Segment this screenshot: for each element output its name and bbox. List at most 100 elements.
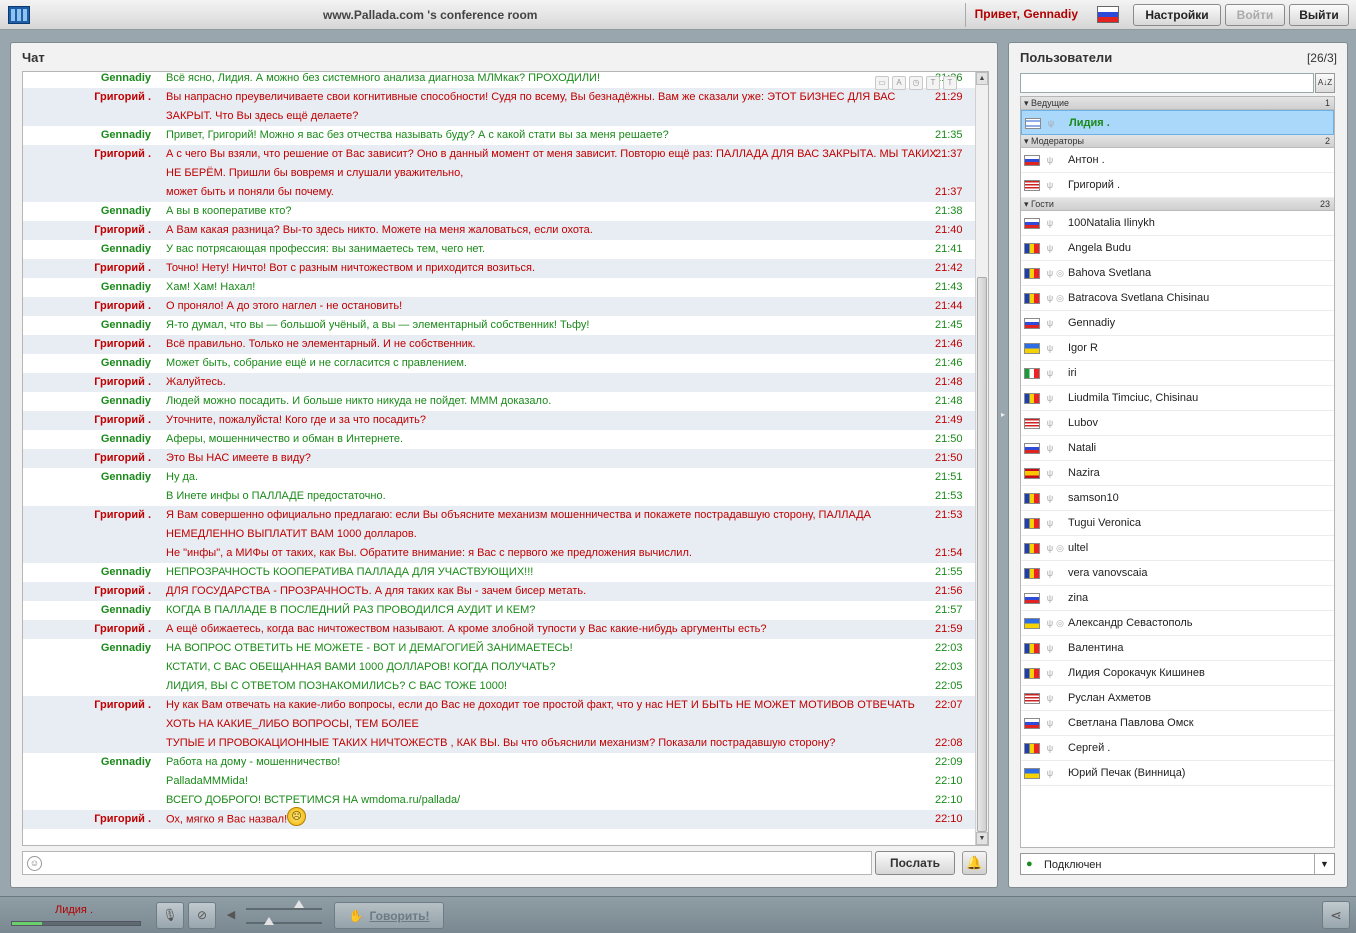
message-author[interactable]: Gennadiy xyxy=(23,243,151,255)
language-flag-icon[interactable] xyxy=(1097,6,1119,23)
smiley-icon[interactable]: ☺ xyxy=(27,856,42,871)
camera-off-icon[interactable]: ⊘ xyxy=(188,902,216,929)
message-author[interactable]: Gennadiy xyxy=(23,319,151,331)
user-group-header[interactable]: ▾ Модераторы 2 xyxy=(1021,135,1334,148)
settings-button[interactable]: Настройки xyxy=(1133,4,1221,26)
user-list-item[interactable]: ψ Светлана Павлова Омск xyxy=(1021,711,1334,736)
user-list-item[interactable]: ψ Liudmila Timciuc, Chisinau xyxy=(1021,386,1334,411)
message-author[interactable]: Gennadiy xyxy=(23,205,151,217)
login-button[interactable]: Войти xyxy=(1225,4,1285,26)
message-author[interactable]: Григорий . xyxy=(23,585,151,597)
message-author[interactable]: Григорий . xyxy=(23,262,151,274)
clock-icon[interactable]: ◷ xyxy=(909,76,923,90)
message-author[interactable]: Григорий . xyxy=(23,813,151,825)
message-text: Не "инфы", а МИФы от таких, как Вы. Обра… xyxy=(166,547,692,559)
user-list-item[interactable]: ψ Gennadiy xyxy=(1021,311,1334,336)
chat-message-row: Григорий . Вы напрасно преувеличиваете св… xyxy=(23,88,975,107)
microphone-icon[interactable]: 🎙 xyxy=(156,902,184,929)
message-author[interactable]: Григорий . xyxy=(23,623,151,635)
user-list-item[interactable]: ψ Юрий Печак (Винница) xyxy=(1021,761,1334,786)
status-select[interactable]: ● Подключен ▼ xyxy=(1020,853,1335,875)
user-group-header[interactable]: ▾ Ведущие 1 xyxy=(1021,97,1334,110)
logout-button[interactable]: Выйти xyxy=(1289,4,1349,26)
chat-message-row: Григорий . Всё правильно. Только не элеме… xyxy=(23,335,975,354)
chat-scrollbar[interactable]: ▲ ▼ xyxy=(975,72,988,845)
scroll-up-icon[interactable]: ▲ xyxy=(976,72,988,85)
message-author[interactable]: Григорий . xyxy=(23,414,151,426)
user-list-item[interactable]: ψ ◎ Bahova Svetlana xyxy=(1021,261,1334,286)
message-author[interactable]: Григорий . xyxy=(23,699,151,711)
speak-button[interactable]: ✋ Говорить! xyxy=(334,902,444,929)
mic-level-knob[interactable] xyxy=(264,917,274,925)
user-list-item[interactable]: ψ ◎ Batracova Svetlana Chisinau xyxy=(1021,286,1334,311)
user-list-item[interactable]: ψ Tugui Veronica xyxy=(1021,511,1334,536)
bottom-bar: Лидия . 🎙 ⊘ ◀ ✋ Говорить! ⋖ xyxy=(0,896,1356,933)
user-list-item[interactable]: ψ vera vanovscaia xyxy=(1021,561,1334,586)
message-author[interactable]: Григорий . xyxy=(23,224,151,236)
message-author[interactable]: Gennadiy xyxy=(23,357,151,369)
message-author[interactable]: Григорий . xyxy=(23,509,151,521)
message-author[interactable]: Gennadiy xyxy=(23,129,151,141)
user-search-input[interactable] xyxy=(1020,73,1314,93)
message-author[interactable]: Gennadiy xyxy=(23,566,151,578)
text-smaller-icon[interactable]: T xyxy=(943,76,957,90)
user-list-item[interactable]: ψ samson10 xyxy=(1021,486,1334,511)
message-author[interactable]: Gennadiy xyxy=(23,72,151,84)
user-name: Lubov xyxy=(1068,417,1098,429)
user-list-item[interactable]: ψ Igor R xyxy=(1021,336,1334,361)
share-icon[interactable]: ⋖ xyxy=(1322,901,1350,929)
user-list-item[interactable]: ψ Руслан Ахметов xyxy=(1021,686,1334,711)
scroll-thumb[interactable] xyxy=(977,277,987,832)
screen-icon[interactable]: ▭ xyxy=(875,76,889,90)
chat-message-row: Григорий . Ну как Вам отвечать на какие-л… xyxy=(23,696,975,715)
user-list-item[interactable]: ψ Nazira xyxy=(1021,461,1334,486)
user-list-item[interactable]: ψ Сергей . xyxy=(1021,736,1334,761)
user-name: Руслан Ахметов xyxy=(1068,692,1151,704)
scroll-down-icon[interactable]: ▼ xyxy=(976,832,988,845)
user-list-item[interactable]: ψ ◎ ultel xyxy=(1021,536,1334,561)
message-author[interactable]: Gennadiy xyxy=(23,604,151,616)
mic-level-slider[interactable] xyxy=(246,922,322,924)
send-button[interactable]: Послать xyxy=(875,851,955,875)
user-name: ultel xyxy=(1068,542,1089,554)
user-list-item[interactable]: ψ Natali xyxy=(1021,436,1334,461)
message-author[interactable]: Gennadiy xyxy=(23,642,151,654)
user-list-item[interactable]: ψ Lubov xyxy=(1021,411,1334,436)
font-icon[interactable]: A xyxy=(892,76,906,90)
chevron-down-icon[interactable]: ▼ xyxy=(1314,854,1334,874)
message-author[interactable]: Gennadiy xyxy=(23,433,151,445)
user-list-item[interactable]: ψ Антон . xyxy=(1021,148,1334,173)
chat-history[interactable]: Gennadiy Всё ясно, Лидия. А можно без сис… xyxy=(22,71,989,846)
message-author[interactable]: Gennadiy xyxy=(23,395,151,407)
message-author[interactable]: Gennadiy xyxy=(23,756,151,768)
user-list-item[interactable]: ψ Валентина xyxy=(1021,636,1334,661)
message-author[interactable]: Григорий . xyxy=(23,91,151,103)
volume-knob[interactable] xyxy=(294,900,304,908)
bell-icon[interactable]: 🔔 xyxy=(962,851,987,875)
user-list-item[interactable]: ψ iri xyxy=(1021,361,1334,386)
user-list-item[interactable]: ψ Лидия Сорокачук Кишинев xyxy=(1021,661,1334,686)
message-author[interactable]: Григорий . xyxy=(23,452,151,464)
message-input[interactable]: ☺ xyxy=(22,851,872,875)
message-time: 21:56 xyxy=(935,585,963,597)
sort-az-icon[interactable]: A↓Z xyxy=(1315,73,1335,93)
user-list-item[interactable]: ψ Лидия . xyxy=(1021,110,1334,135)
message-author[interactable]: Григорий . xyxy=(23,148,151,160)
message-author[interactable]: Григорий . xyxy=(23,376,151,388)
user-list-item[interactable]: ψ zina xyxy=(1021,586,1334,611)
message-author[interactable]: Григорий . xyxy=(23,300,151,312)
volume-slider[interactable] xyxy=(246,908,322,910)
user-group-header[interactable]: ▾ Гости 23 xyxy=(1021,198,1334,211)
user-name: Лидия . xyxy=(1069,117,1110,129)
user-list-item[interactable]: ψ 100Natalia Ilinykh xyxy=(1021,211,1334,236)
panel-collapse-handle[interactable]: ▸ xyxy=(999,410,1007,460)
message-author[interactable]: Gennadiy xyxy=(23,471,151,483)
message-author[interactable]: Григорий . xyxy=(23,338,151,350)
user-list-item[interactable]: ψ Григорий . xyxy=(1021,173,1334,198)
message-time: 21:53 xyxy=(935,509,963,521)
text-larger-icon[interactable]: T xyxy=(926,76,940,90)
user-list-item[interactable]: ψ ◎ Александр Севастополь xyxy=(1021,611,1334,636)
microphone-icon: ψ xyxy=(1046,368,1054,378)
message-author[interactable]: Gennadiy xyxy=(23,281,151,293)
user-list-item[interactable]: ψ Angela Budu xyxy=(1021,236,1334,261)
